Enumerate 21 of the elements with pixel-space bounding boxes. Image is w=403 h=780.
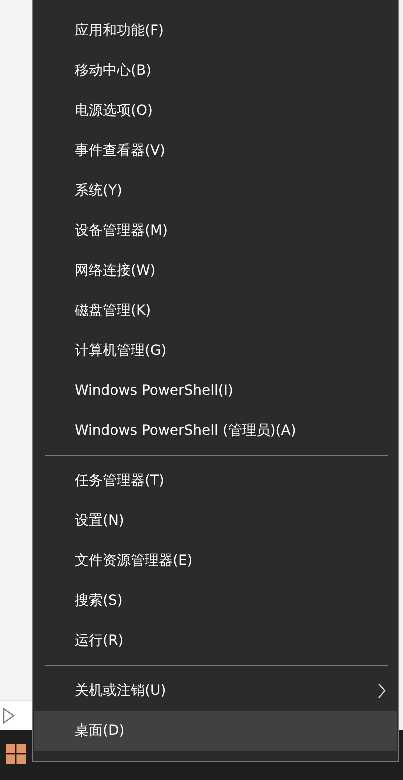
chevron-right-icon <box>378 683 386 699</box>
menu-item[interactable]: 设置(N) <box>33 501 398 541</box>
menu-item[interactable]: 应用和功能(F) <box>33 11 398 51</box>
menu-item[interactable]: 磁盘管理(K) <box>33 291 398 331</box>
play-icon[interactable] <box>3 708 15 724</box>
menu-item[interactable]: 电源选项(O) <box>33 91 398 131</box>
menu-item[interactable]: 桌面(D) <box>34 711 397 751</box>
menu-item[interactable]: 运行(R) <box>33 621 398 661</box>
windows-logo-icon[interactable] <box>6 744 26 764</box>
menu-item[interactable]: 任务管理器(T) <box>33 461 398 501</box>
menu-item[interactable]: 设备管理器(M) <box>33 211 398 251</box>
menu-item[interactable]: 事件查看器(V) <box>33 131 398 171</box>
menu-item[interactable]: 文件资源管理器(E) <box>33 541 398 581</box>
menu-item[interactable]: 移动中心(B) <box>33 51 398 91</box>
menu-item[interactable]: 搜索(S) <box>33 581 398 621</box>
menu-item[interactable]: 网络连接(W) <box>33 251 398 291</box>
menu-item[interactable]: 系统(Y) <box>33 171 398 211</box>
menu-item[interactable]: 关机或注销(U) <box>33 671 398 711</box>
menu-item[interactable]: 计算机管理(G) <box>33 331 398 371</box>
menu-item[interactable]: Windows PowerShell (管理员)(A) <box>33 411 398 451</box>
menu-item[interactable]: Windows PowerShell(I) <box>33 371 398 411</box>
